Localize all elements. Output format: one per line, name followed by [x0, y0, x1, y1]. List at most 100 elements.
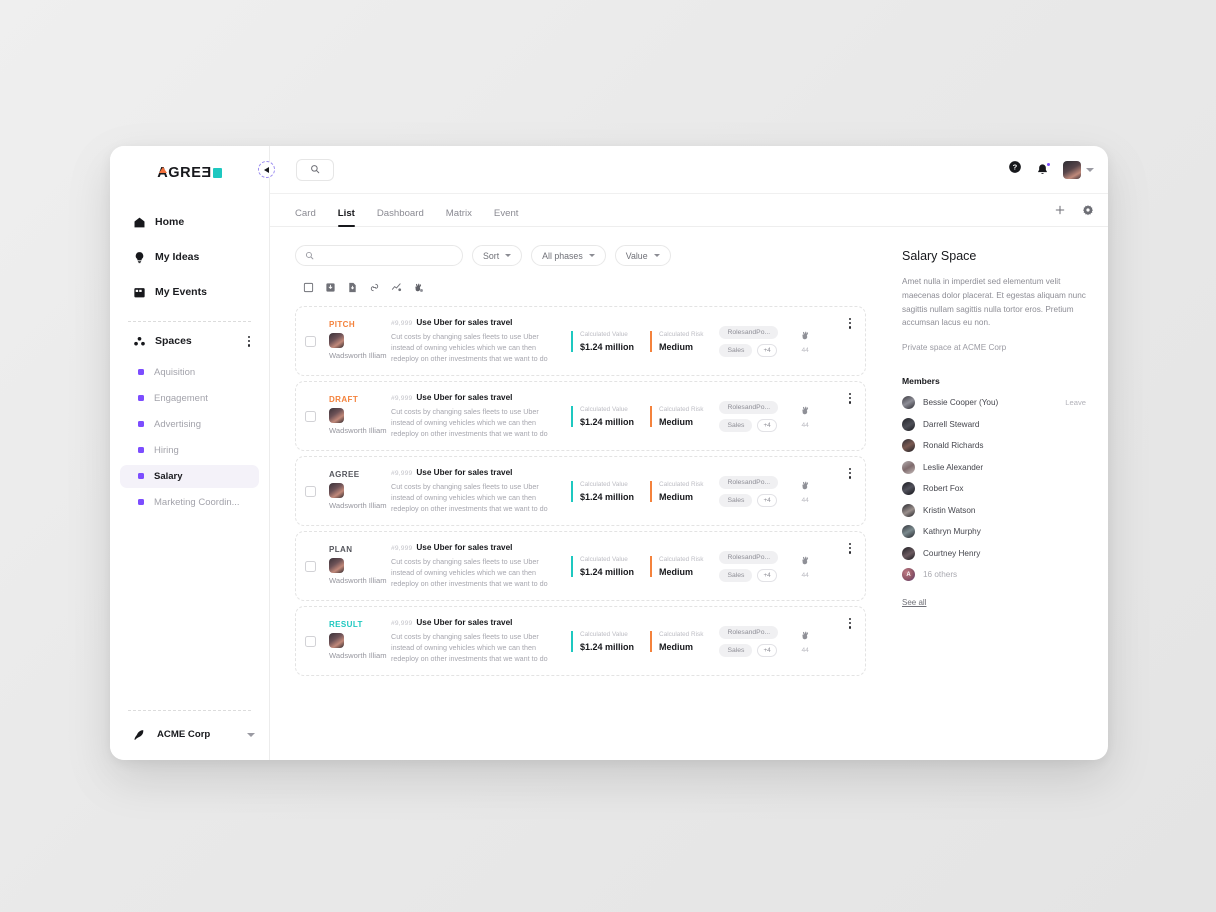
avatar: [329, 633, 344, 649]
lightbulb-icon: [132, 250, 146, 264]
sidebar-item-aquisition[interactable]: Aquisition: [120, 361, 259, 384]
tag-chip[interactable]: Sales: [719, 568, 753, 582]
clap-counter[interactable]: 44: [792, 328, 818, 354]
row-kebab-menu-icon[interactable]: [846, 607, 854, 631]
tab-card[interactable]: Card: [295, 208, 316, 226]
clap-counter[interactable]: 44: [792, 553, 818, 579]
gear-icon[interactable]: [1082, 203, 1094, 221]
top-bar: ?: [258, 146, 1108, 194]
global-search-button[interactable]: [296, 158, 334, 181]
table-row[interactable]: RESULT Wadsworth Illiam #9,999 Use Uber f…: [295, 606, 866, 676]
spaces-kebab-menu-icon[interactable]: [245, 334, 253, 349]
table-row[interactable]: PLAN Wadsworth Illiam #9,999 Use Uber for…: [295, 531, 866, 601]
tab-dashboard[interactable]: Dashboard: [377, 208, 424, 226]
list-item[interactable]: Kathryn Murphy: [902, 525, 1086, 539]
metric-value: $1.24 million: [580, 566, 635, 577]
archive-icon[interactable]: [325, 282, 336, 293]
tag-chip[interactable]: Sales: [719, 343, 753, 357]
spaces-label: Spaces: [155, 335, 192, 348]
avatar: [902, 546, 915, 560]
tag-chip[interactable]: Sales: [719, 493, 753, 507]
sidebar-item-salary[interactable]: Salary: [120, 464, 259, 488]
tag-chip[interactable]: RolesandPo...: [719, 475, 779, 489]
row-title: #9,999 Use Uber for sales travel: [391, 318, 559, 327]
list-item[interactable]: Ronald Richards: [902, 439, 1086, 453]
table-row[interactable]: DRAFT Wadsworth Illiam #9,999 Use Uber fo…: [295, 381, 866, 451]
row-kebab-menu-icon[interactable]: [846, 457, 854, 481]
tab-matrix[interactable]: Matrix: [446, 208, 472, 226]
app-logo[interactable]: AGRE Ǝ: [110, 146, 269, 194]
tab-list[interactable]: List: [337, 208, 355, 227]
tag-more-count[interactable]: +4: [757, 418, 777, 432]
help-circle-icon[interactable]: ?: [1008, 160, 1022, 179]
row-checkbox[interactable]: [305, 560, 316, 572]
space-dot-icon: [138, 473, 144, 480]
sidebar-item-home[interactable]: Home: [110, 208, 269, 236]
sidebar-item-marketing-coordination[interactable]: Marketing Coordin...: [120, 491, 259, 514]
sidebar-item-engagement[interactable]: Engagement: [120, 387, 259, 410]
tag-chip[interactable]: RolesandPo...: [719, 625, 779, 639]
sidebar-item-my-events[interactable]: My Events: [110, 278, 269, 306]
clap-counter[interactable]: 44: [792, 403, 818, 429]
tag-chip[interactable]: RolesandPo...: [719, 325, 779, 339]
tab-event[interactable]: Event: [494, 208, 519, 226]
see-all-link[interactable]: See all: [902, 598, 926, 607]
tag-chip[interactable]: Sales: [719, 643, 753, 657]
tag-more-count[interactable]: +4: [757, 568, 777, 582]
search-input[interactable]: [320, 250, 453, 261]
clap-counter[interactable]: 44: [792, 628, 818, 654]
value-label: Value: [625, 250, 648, 261]
row-checkbox[interactable]: [305, 635, 316, 647]
row-title-text: Use Uber for sales travel: [416, 317, 513, 327]
list-item[interactable]: Darrell Steward: [902, 417, 1086, 431]
chart-share-icon[interactable]: [391, 282, 402, 293]
row-kebab-menu-icon[interactable]: [846, 307, 854, 331]
select-all-checkbox-icon[interactable]: [303, 282, 314, 293]
row-body: #9,999 Use Uber for sales travel Cut cost…: [391, 318, 559, 364]
tag-more-count[interactable]: +4: [757, 643, 777, 657]
row-kebab-menu-icon[interactable]: [846, 532, 854, 556]
tag-chip[interactable]: RolesandPo...: [719, 400, 779, 414]
list-item[interactable]: A 16 others: [902, 568, 1086, 582]
list-item[interactable]: Courtney Henry: [902, 546, 1086, 560]
row-checkbox[interactable]: [305, 335, 316, 347]
table-row[interactable]: PITCH Wadsworth Illiam #9,999 Use Uber fo…: [295, 306, 866, 376]
clap-counter[interactable]: 44: [792, 478, 818, 504]
row-checkbox[interactable]: [305, 410, 316, 422]
row-kebab-menu-icon[interactable]: [846, 382, 854, 406]
row-id: #9,999: [391, 469, 413, 477]
sort-dropdown[interactable]: Sort: [472, 245, 523, 266]
share-link-icon[interactable]: [369, 282, 380, 293]
clap-globe-icon[interactable]: [413, 282, 424, 293]
phases-dropdown[interactable]: All phases: [531, 245, 606, 266]
sidebar-item-advertising[interactable]: Advertising: [120, 413, 259, 436]
list-item[interactable]: Bessie Cooper (You) Leave: [902, 396, 1086, 410]
list-item[interactable]: Kristin Watson: [902, 503, 1086, 517]
sidebar-item-my-ideas[interactable]: My Ideas: [110, 243, 269, 271]
plus-icon[interactable]: [1054, 203, 1066, 221]
collapse-sidebar-icon[interactable]: [258, 161, 275, 178]
tag-chip[interactable]: RolesandPo...: [719, 550, 779, 564]
list-search-field[interactable]: [295, 245, 463, 266]
list-item[interactable]: Leslie Alexander: [902, 460, 1086, 474]
author-name: Wadsworth Illiam: [329, 651, 387, 661]
tag-chip[interactable]: Sales: [719, 418, 753, 432]
search-icon: [310, 161, 320, 179]
tag-more-count[interactable]: +4: [757, 343, 777, 357]
leave-button[interactable]: Leave: [1065, 398, 1086, 407]
user-menu-button[interactable]: [1063, 160, 1094, 179]
metric-value: $1.24 million: [580, 641, 635, 652]
avatar: [902, 460, 915, 474]
bell-icon[interactable]: [1036, 162, 1051, 176]
tag-more-count[interactable]: +4: [757, 493, 777, 507]
list-item[interactable]: Robert Fox: [902, 482, 1086, 496]
metric-value: $1.24 million: [580, 416, 635, 427]
table-row[interactable]: AGREE Wadsworth Illiam #9,999 Use Uber fo…: [295, 456, 866, 526]
org-switcher[interactable]: ACME Corp: [110, 711, 269, 760]
sidebar-item-hiring[interactable]: Hiring: [120, 439, 259, 462]
export-file-icon[interactable]: [347, 282, 358, 293]
bulk-toolbar: [295, 266, 866, 306]
row-checkbox[interactable]: [305, 485, 316, 497]
calculated-risk-metric: Calculated Risk Medium: [650, 555, 703, 577]
value-dropdown[interactable]: Value: [614, 245, 671, 266]
